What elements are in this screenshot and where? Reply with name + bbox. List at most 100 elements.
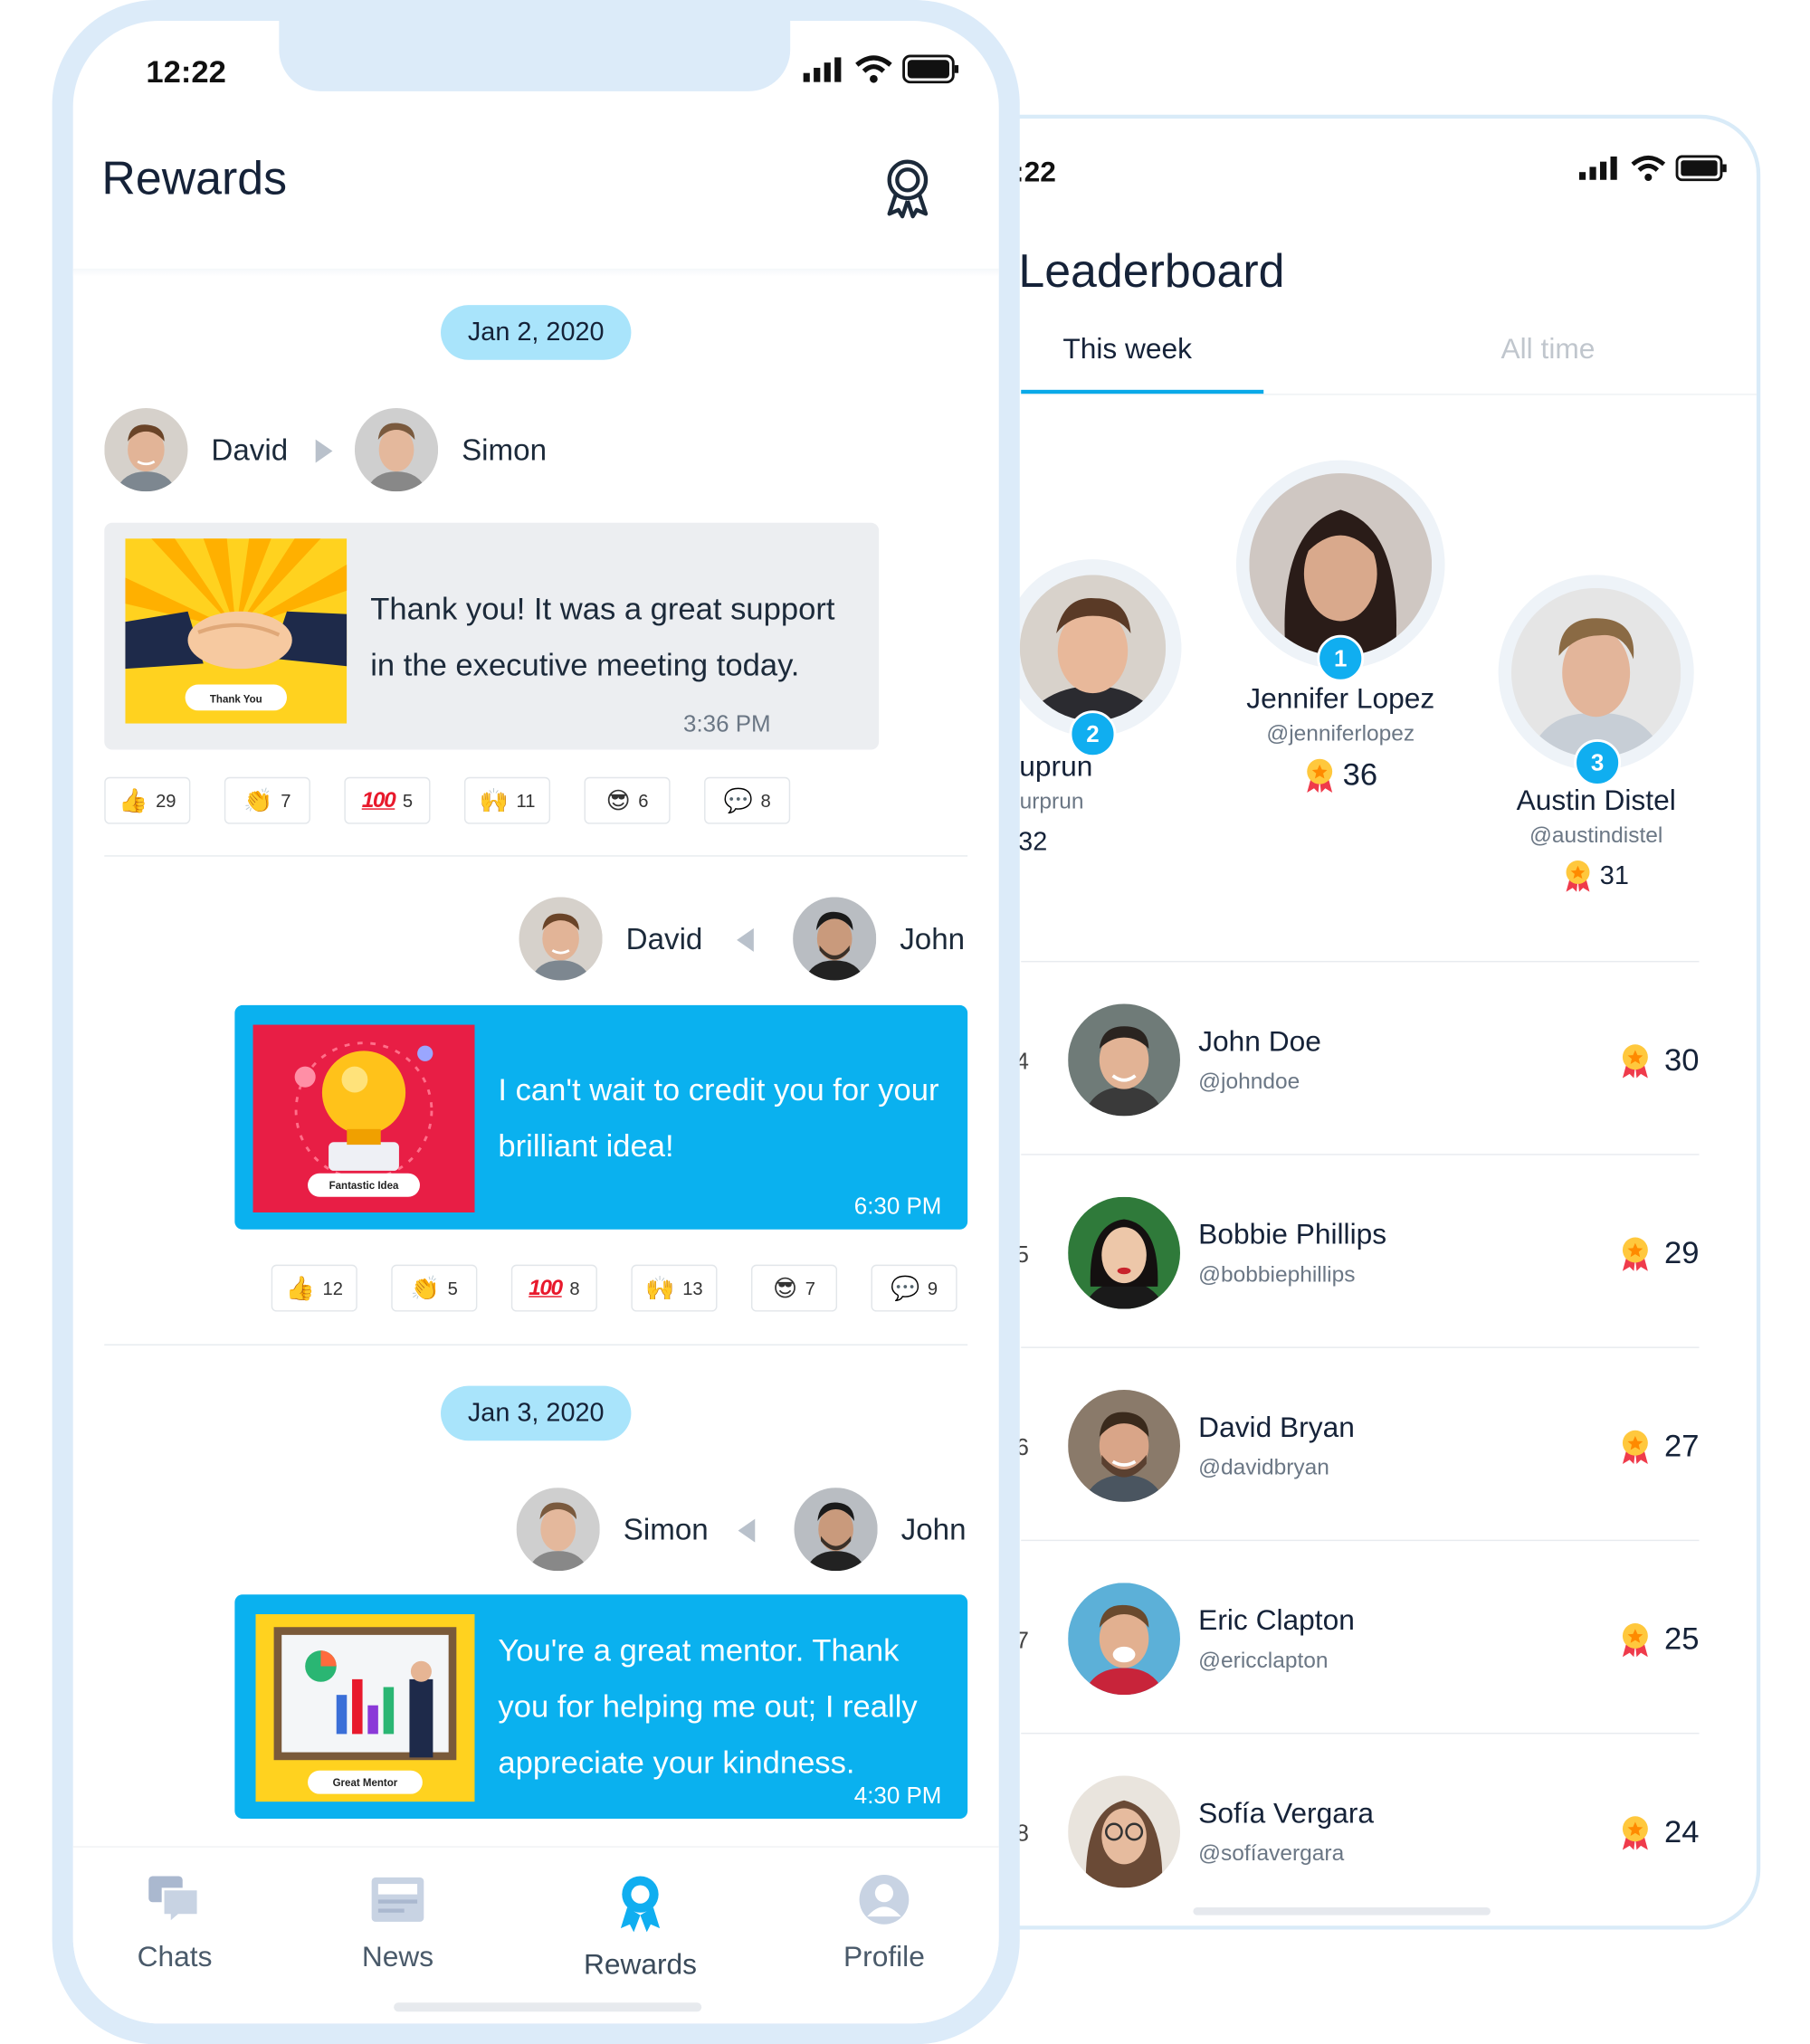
reaction-chip[interactable]: 💬 8	[704, 776, 791, 824]
medal-icon	[1623, 1430, 1649, 1465]
score-value: 24	[1664, 1814, 1700, 1850]
status-time: 12:22	[146, 54, 226, 90]
tab-label: Profile	[843, 1940, 925, 1973]
message-time: 4:30 PM	[853, 1782, 942, 1809]
leaderboard-row[interactable]: 7 Eric Clapton @ericclapton 25	[1015, 1539, 1700, 1735]
reaction-count: 6	[638, 790, 649, 812]
avatar	[516, 1488, 600, 1572]
tab-profile[interactable]: Profile	[805, 1874, 962, 1974]
medal-icon	[1623, 1816, 1649, 1850]
home-indicator	[1193, 1907, 1491, 1916]
reaction-chip[interactable]: 100 5	[344, 776, 431, 824]
rank-badge: 2	[1069, 710, 1117, 758]
hundred-points-icon: 100	[529, 1275, 563, 1300]
user-handle: @johndoe	[1198, 1069, 1300, 1094]
send-direction-icon	[315, 439, 333, 463]
sender[interactable]: Simon	[516, 1488, 709, 1572]
clapping-hands-icon: 👏	[243, 787, 273, 814]
avatar	[519, 897, 603, 981]
hundred-points-icon: 100	[361, 787, 396, 813]
message-bubble[interactable]: Fantastic Idea I can't wait to credit yo…	[234, 1004, 968, 1230]
avatar	[1511, 587, 1681, 758]
message-bubble[interactable]: Great Mentor You're a great mentor. Than…	[234, 1594, 968, 1820]
leaderboard-row[interactable]: 5 Bobbie Phillips @bobbiephillips 29	[1015, 1154, 1700, 1348]
news-icon	[371, 1877, 424, 1922]
reaction-chip[interactable]: 😎 6	[584, 776, 671, 824]
tab-all-time[interactable]: All time	[1500, 332, 1595, 366]
reaction-chip[interactable]: 100 8	[510, 1264, 597, 1312]
sender[interactable]: David	[519, 897, 702, 981]
avatar	[1068, 1003, 1181, 1117]
receive-direction-icon	[737, 927, 754, 952]
message-line: you for helping me out; I really	[498, 1689, 918, 1726]
avatar	[1068, 1775, 1181, 1888]
reaction-chip[interactable]: 🙌 13	[631, 1264, 718, 1312]
card-caption: Great Mentor	[333, 1778, 398, 1789]
reaction-chip[interactable]: 👍 29	[104, 776, 191, 824]
award-icon[interactable]	[879, 157, 936, 219]
great-mentor-card: Great Mentor	[255, 1613, 475, 1802]
profile-icon	[859, 1875, 910, 1925]
date-pill: Jan 2, 2020	[441, 305, 632, 360]
recipient-name: John	[900, 1511, 967, 1546]
score-value: 29	[1664, 1235, 1700, 1271]
signal-icon	[803, 57, 842, 82]
reaction-count: 8	[569, 1278, 580, 1299]
reaction-chip[interactable]: 💬 9	[871, 1264, 957, 1312]
leaderboard-row[interactable]: 8 Sofía Vergara @sofíavergara 24	[1015, 1732, 1700, 1925]
avatar	[1249, 473, 1433, 656]
message-text: You're a great mentor. Thank you for hel…	[498, 1623, 917, 1792]
reaction-count: 11	[516, 790, 536, 812]
podium-third[interactable]: 3 Austin Distel @austindistel 31	[1420, 575, 1757, 893]
tab-label: News	[361, 1940, 434, 1973]
reaction-count: 9	[927, 1278, 938, 1299]
tab-chats[interactable]: Chats	[97, 1874, 253, 1974]
user-handle: @davidbryan	[1198, 1455, 1329, 1480]
reaction-count: 5	[402, 790, 414, 812]
tab-news[interactable]: News	[319, 1874, 476, 1974]
user-name: Eric Clapton	[1198, 1603, 1355, 1637]
medal-icon	[1623, 1623, 1649, 1658]
recipient[interactable]: Simon	[354, 408, 547, 492]
leaderboard-row[interactable]: 4 John Doe @johndoe 30	[1015, 960, 1700, 1155]
avatar	[354, 408, 439, 492]
podium-score: 31	[1420, 860, 1757, 893]
recipient[interactable]: John	[794, 1488, 967, 1572]
podium-handle: @austindistel	[1529, 822, 1663, 848]
message-time: 3:36 PM	[683, 710, 771, 737]
reaction-chip[interactable]: 👍 12	[271, 1264, 357, 1312]
sender[interactable]: David	[104, 408, 288, 492]
tab-this-week[interactable]: This week	[1062, 332, 1192, 366]
leaderboard-row[interactable]: 6 David Bryan @davidbryan 27	[1015, 1346, 1700, 1541]
sender-name: Simon	[623, 1511, 709, 1546]
recipient[interactable]: John	[793, 897, 966, 981]
page-title: Leaderboard	[1018, 243, 1285, 298]
score-value: 36	[1342, 757, 1378, 794]
tab-rewards[interactable]: Rewards	[562, 1874, 719, 1982]
message-bubble[interactable]: Thank You Thank you! It was a great supp…	[104, 522, 880, 750]
reaction-chip[interactable]: 👏 7	[224, 776, 310, 824]
rank-badge: 3	[1574, 738, 1622, 786]
header-divider	[72, 268, 999, 277]
tab-label: Rewards	[583, 1947, 698, 1981]
reaction-count: 13	[682, 1278, 703, 1299]
card-caption: Fantastic Idea	[329, 1181, 399, 1192]
user-score: 24	[1620, 1815, 1699, 1851]
recipient-name: John	[900, 920, 966, 955]
avatar	[1068, 1389, 1181, 1502]
reaction-chip[interactable]: 🙌 11	[463, 776, 551, 824]
date-pill: Jan 3, 2020	[441, 1385, 632, 1441]
reaction-chip[interactable]: 😎 7	[750, 1264, 838, 1312]
active-tab-indicator	[1021, 389, 1264, 395]
battery-icon	[902, 54, 959, 84]
user-score: 27	[1620, 1429, 1699, 1465]
thumbs-up-icon: 👍	[285, 1275, 315, 1302]
status-time: :22	[1015, 155, 1056, 188]
card-caption: Thank You	[210, 695, 262, 706]
reaction-chip[interactable]: 👏 5	[391, 1264, 478, 1312]
reaction-count: 7	[281, 790, 291, 812]
battery-icon	[1675, 155, 1727, 182]
wifi-icon	[1631, 155, 1666, 181]
reaction-count: 5	[447, 1278, 458, 1299]
receive-direction-icon	[738, 1518, 756, 1543]
